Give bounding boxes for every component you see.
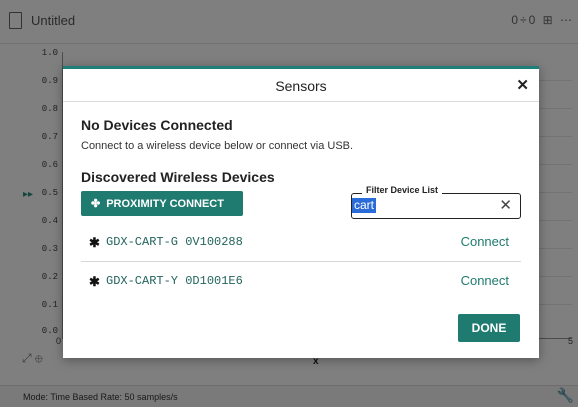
bluetooth-icon: ✱ [89, 274, 100, 289]
done-button[interactable]: DONE [458, 314, 520, 342]
filter-label: Filter Device List [362, 185, 443, 195]
wand-icon: ✤ [91, 198, 101, 210]
device-name: GDX-CART-Y 0D1001E6 [106, 274, 243, 288]
sensors-dialog: Sensors ✕ No Devices Connected Connect t… [63, 66, 539, 358]
dialog-header: Sensors ✕ [63, 69, 539, 102]
filter-device-list-field[interactable]: Filter Device List cart ✕ [351, 185, 521, 219]
bluetooth-icon: ✱ [89, 235, 100, 250]
device-row: ✱ GDX-CART-Y 0D1001E6 Connect [81, 264, 521, 300]
connect-button[interactable]: Connect [461, 273, 509, 288]
proximity-connect-button[interactable]: ✤ PROXIMITY CONNECT [81, 191, 243, 216]
device-row: ✱ GDX-CART-G 0V100288 Connect [81, 225, 521, 261]
row-divider [81, 261, 521, 262]
dialog-title: Sensors [275, 78, 327, 94]
connect-button[interactable]: Connect [461, 234, 509, 249]
no-devices-heading: No Devices Connected [81, 117, 233, 133]
close-icon[interactable]: ✕ [516, 76, 529, 94]
discovered-heading: Discovered Wireless Devices [81, 169, 275, 185]
no-devices-hint: Connect to a wireless device below or co… [81, 140, 354, 152]
proximity-connect-label: PROXIMITY CONNECT [106, 197, 224, 210]
clear-icon[interactable]: ✕ [499, 196, 512, 214]
filter-input[interactable]: cart [352, 198, 377, 213]
device-name: GDX-CART-G 0V100288 [106, 235, 243, 249]
